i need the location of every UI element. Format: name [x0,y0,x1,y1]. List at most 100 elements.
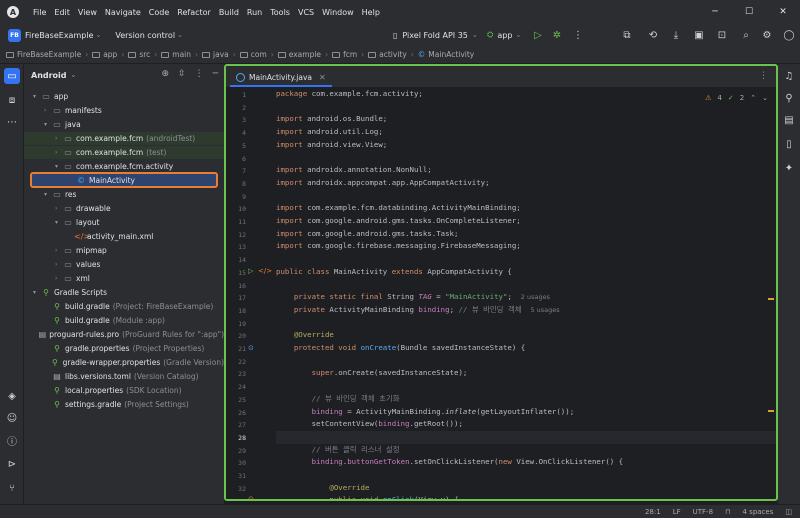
menu-edit[interactable]: Edit [50,8,74,17]
hide-panel-icon[interactable]: ─ [213,69,218,79]
tree-item[interactable]: ⚲ build.gradle (Module :app) [24,314,224,327]
menu-file[interactable]: File [29,8,50,17]
menu-view[interactable]: View [74,8,101,17]
sync-project-icon[interactable]: ⟲ [647,29,659,41]
tree-item[interactable]: ⚲ local.properties (SDK Location) [24,384,224,397]
lock-icon[interactable]: ⊓ [725,508,730,516]
tree-item[interactable]: ⚲ build.gradle (Project: FireBaseExample) [24,300,224,313]
maximize-icon[interactable]: ☐ [732,0,766,24]
file-encoding[interactable]: UTF-8 [693,508,713,516]
tree-item[interactable]: ▤ libs.versions.toml (Version Catalog) [24,370,224,383]
chevron-right-icon[interactable]: › [55,275,63,282]
breadcrumb-item[interactable]: main [161,50,191,59]
chevron-down-icon[interactable]: ▾ [55,163,63,170]
chevron-right-icon[interactable]: › [55,205,63,212]
tree-item[interactable]: ▾ ▭ app [24,90,224,103]
chevron-right-icon[interactable]: › [55,247,63,254]
breadcrumb-item[interactable]: com [239,50,267,59]
gemini-icon[interactable]: ◈ [4,388,20,404]
tree-item[interactable]: ▤ proguard-rules.pro (ProGuard Rules for "… [24,328,224,341]
breadcrumb-item[interactable]: FireBaseExample [6,50,81,59]
account-icon[interactable]: ◯ [783,29,795,41]
device-manager-icon[interactable]: ⧉ [621,29,633,41]
tree-item[interactable]: ⚲ gradle.properties (Project Properties) [24,342,224,355]
chevron-right-icon[interactable]: › [55,261,63,268]
breadcrumb-item[interactable]: example [277,50,321,59]
tree-item[interactable]: › ▭ com.example.fcm (androidTest) [24,132,224,145]
tree-item[interactable]: › ▭ xml [24,272,224,285]
menu-refactor[interactable]: Refactor [173,8,215,17]
git-icon[interactable]: ⑂ [4,480,20,496]
tree-item[interactable]: ▾ ▭ layout [24,216,224,229]
run-icon[interactable]: ▷ [532,29,544,41]
menu-window[interactable]: Window [318,8,358,17]
menu-navigate[interactable]: Navigate [101,8,145,17]
breadcrumb-item[interactable]: © MainActivity [418,50,474,59]
collapse-all-icon[interactable]: ⇳ [178,69,186,79]
line-separator[interactable]: LF [673,508,681,516]
tree-item[interactable]: › ▭ drawable [24,202,224,215]
override-method-icon[interactable]: ⊙ [248,495,254,499]
menu-vcs[interactable]: VCS [294,8,318,17]
breadcrumb-item[interactable]: fcm [332,50,357,59]
chevron-down-icon[interactable]: ▾ [33,93,41,100]
breadcrumb-item[interactable]: app [92,50,117,59]
run-config-selector[interactable]: ⛭ app ⌄ [487,24,521,46]
related-xml-icon[interactable]: </> [258,267,272,275]
chevron-right-icon[interactable]: › [44,107,52,114]
tab-mainactivity[interactable]: MainActivity.java ✕ [230,69,332,87]
search-icon[interactable]: ⌕ [740,29,752,41]
close-tab-icon[interactable]: ✕ [319,73,326,82]
tree-item[interactable]: ▾ ▭ res [24,188,224,201]
git-branch-icon[interactable]: ◫ [785,508,792,516]
project-switcher[interactable]: FireBaseExample [25,31,93,40]
more-actions-icon[interactable]: ⋮ [572,29,584,41]
tree-item[interactable]: › ▭ mipmap [24,244,224,257]
more-tools-icon[interactable]: ⋯ [4,114,20,130]
project-badge[interactable]: FB [8,28,21,42]
emulator-icon[interactable]: ▯ [783,138,795,150]
tree-item[interactable]: › ▭ manifests [24,104,224,117]
tree-item[interactable]: ⚲ gradle-wrapper.properties (Gradle Versio… [24,356,224,369]
chevron-down-icon[interactable]: ⌄ [95,31,101,39]
locate-file-icon[interactable]: ⊕ [161,69,169,79]
override-method-icon[interactable]: ⊙ [248,344,254,352]
terminal-icon[interactable]: ⊳ [4,456,20,472]
running-devices-icon[interactable]: ⊡ [716,29,728,41]
tree-item[interactable]: © MainActivity [30,172,218,188]
minimize-icon[interactable]: ─ [698,0,732,24]
chevron-down-icon[interactable]: ▾ [33,289,41,296]
logcat-icon[interactable]: ☺ [4,410,20,426]
menu-run[interactable]: Run [243,8,266,17]
run-gutter-icon[interactable]: ▷ [248,267,253,275]
resource-manager-icon[interactable]: ⧈ [4,92,20,108]
tree-item[interactable]: ▾ ⚲ Gradle Scripts [24,286,224,299]
indent-setting[interactable]: 4 spaces [743,508,774,516]
tree-item[interactable]: › ▭ values [24,258,224,271]
code-area[interactable]: package com.example.fcm.activity; import… [276,88,776,499]
device-selector[interactable]: ▯ Pixel Fold API 35 ⌄ [393,24,478,46]
version-control-widget[interactable]: Version control [115,31,175,40]
chevron-right-icon[interactable]: › [55,149,63,156]
breadcrumb-item[interactable]: src [128,50,150,59]
breadcrumb-item[interactable]: java [202,50,229,59]
settings-gear-icon[interactable]: ⚙ [761,29,773,41]
breadcrumb-item[interactable]: activity [368,50,407,59]
debug-icon[interactable]: ✲ [551,29,563,41]
tree-item[interactable]: </> activity_main.xml [24,230,224,243]
chevron-right-icon[interactable]: › [55,135,63,142]
caret-position[interactable]: 28:1 [645,508,661,516]
tree-item[interactable]: › ▭ com.example.fcm (test) [24,146,224,159]
chevron-down-icon[interactable]: ▾ [44,191,52,198]
device-explorer-icon[interactable]: ▤ [783,114,795,126]
options-icon[interactable]: ⋮ [195,69,204,79]
project-folder-icon[interactable]: ▭ [4,68,20,84]
chevron-down-icon[interactable]: ▾ [44,121,52,128]
menu-code[interactable]: Code [145,8,173,17]
menu-tools[interactable]: Tools [266,8,294,17]
notifications-bell-icon[interactable]: ♫ [783,70,795,82]
tree-item[interactable]: ▾ ▭ java [24,118,224,131]
tree-item[interactable]: ⚲ settings.gradle (Project Settings) [24,398,224,411]
tab-options-icon[interactable]: ⋮ [759,71,768,81]
chevron-down-icon[interactable]: ▾ [55,219,63,226]
